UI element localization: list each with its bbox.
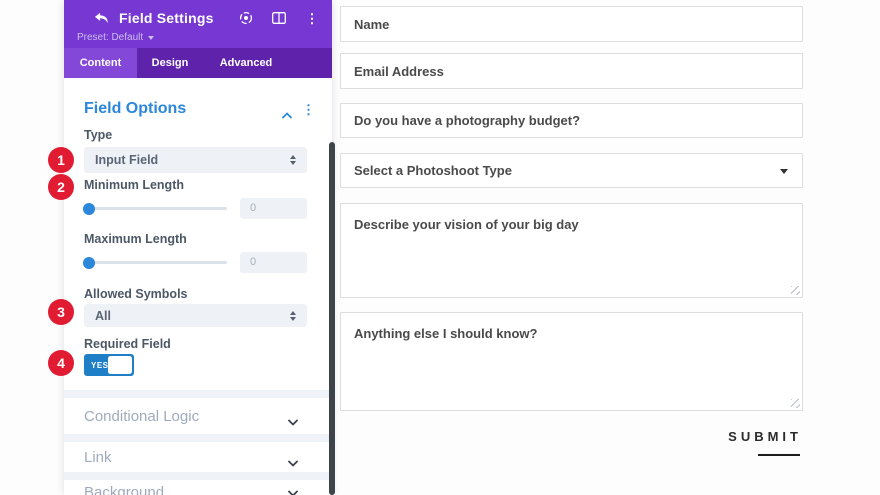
section-divider [64, 472, 332, 480]
section-link[interactable]: Link [64, 442, 332, 472]
columns-panel-icon[interactable] [271, 10, 287, 26]
max-length-slider-track[interactable] [83, 256, 227, 269]
textarea-resize-handle-icon[interactable] [791, 399, 800, 408]
annotation-marker-4: 4 [48, 350, 74, 376]
tab-advanced[interactable]: Advanced [203, 48, 289, 78]
min-length-slider-track[interactable] [83, 202, 227, 215]
max-length-label: Maximum Length [84, 232, 187, 246]
email-field-placeholder: Email Address [354, 63, 444, 79]
preset-caret-icon [148, 35, 155, 40]
type-label: Type [84, 128, 113, 142]
annotation-marker-1: 1 [48, 147, 74, 173]
photoshoot-type-select[interactable]: Select a Photoshoot Type [340, 153, 803, 188]
max-length-control: 0 [83, 252, 307, 273]
section-divider [64, 390, 332, 398]
allowed-symbols-label: Allowed Symbols [84, 287, 188, 301]
panel-scrollbar-thumb[interactable] [329, 142, 335, 495]
section-background[interactable]: Background [64, 480, 332, 495]
back-icon[interactable] [94, 11, 112, 25]
tab-design[interactable]: Design [137, 48, 203, 78]
chevron-down-icon [288, 484, 298, 495]
toggle-yes-label: YES [91, 361, 109, 370]
panel-title: Field Settings [119, 10, 214, 26]
annotation-marker-2: 2 [48, 174, 74, 200]
anything-else-textarea[interactable]: Anything else I should know? [340, 312, 803, 411]
header-kebab-menu-icon[interactable]: ⋮ [304, 10, 320, 26]
tab-content[interactable]: Content [64, 48, 137, 78]
vision-textarea-placeholder: Describe your vision of your big day [354, 217, 579, 232]
photoshoot-type-select-value: Select a Photoshoot Type [354, 163, 512, 178]
chevron-down-icon [288, 413, 298, 425]
max-length-value-input[interactable]: 0 [240, 252, 307, 273]
field-options-title: Field Options [84, 100, 187, 117]
min-length-label: Minimum Length [84, 178, 184, 192]
required-field-label: Required Field [84, 337, 171, 351]
submit-button-label: SUBMIT [728, 429, 802, 444]
budget-field[interactable]: Do you have a photography budget? [340, 103, 803, 138]
preset-selector[interactable]: Preset: Default [64, 29, 155, 43]
textarea-resize-handle-icon[interactable] [791, 286, 800, 295]
submit-button[interactable]: SUBMIT [728, 428, 802, 456]
required-field-toggle[interactable]: YES [84, 354, 134, 376]
allowed-symbols-select-value: All [95, 308, 111, 323]
type-select-value: Input Field [95, 153, 159, 167]
preset-label: Preset: Default [77, 32, 144, 43]
contact-form-preview: Name Email Address Do you have a photogr… [340, 0, 803, 495]
submit-underline [758, 454, 800, 456]
chevron-down-icon [288, 454, 298, 466]
toggle-knob[interactable] [108, 356, 132, 374]
min-length-slider-handle[interactable] [83, 202, 95, 215]
max-length-slider-handle[interactable] [83, 256, 95, 269]
stepper-icon [290, 155, 296, 165]
section-divider [64, 434, 332, 442]
email-field[interactable]: Email Address [340, 53, 803, 89]
allowed-symbols-select[interactable]: All [84, 304, 307, 327]
vision-textarea[interactable]: Describe your vision of your big day [340, 203, 803, 298]
min-length-control: 0 [83, 198, 307, 219]
anything-else-textarea-placeholder: Anything else I should know? [354, 326, 538, 341]
section-conditional-logic[interactable]: Conditional Logic [64, 398, 332, 434]
settings-tab-bar: Content Design Advanced [64, 48, 332, 78]
section-title: Conditional Logic [84, 407, 200, 425]
chevron-up-icon[interactable] [282, 106, 292, 118]
section-title: Background [84, 484, 165, 495]
field-options-section: Field Options ⋮ Type Input Field Minimum… [64, 78, 332, 390]
select-dropdown-arrow-icon [780, 168, 788, 174]
stepper-icon [290, 310, 296, 321]
type-select[interactable]: Input Field [84, 147, 307, 173]
field-settings-panel: Field Settings ⋮ Preset: Default Content… [64, 0, 332, 495]
name-field-placeholder: Name [354, 16, 390, 32]
annotation-marker-3: 3 [48, 299, 74, 325]
name-field[interactable]: Name [340, 6, 803, 42]
min-length-value-input[interactable]: 0 [240, 198, 307, 219]
budget-field-placeholder: Do you have a photography budget? [354, 113, 581, 128]
section-title: Link [84, 448, 112, 466]
field-options-kebab-icon[interactable]: ⋮ [302, 103, 315, 116]
panel-header: Field Settings ⋮ Preset: Default [64, 0, 332, 48]
focus-target-icon[interactable] [238, 10, 254, 26]
